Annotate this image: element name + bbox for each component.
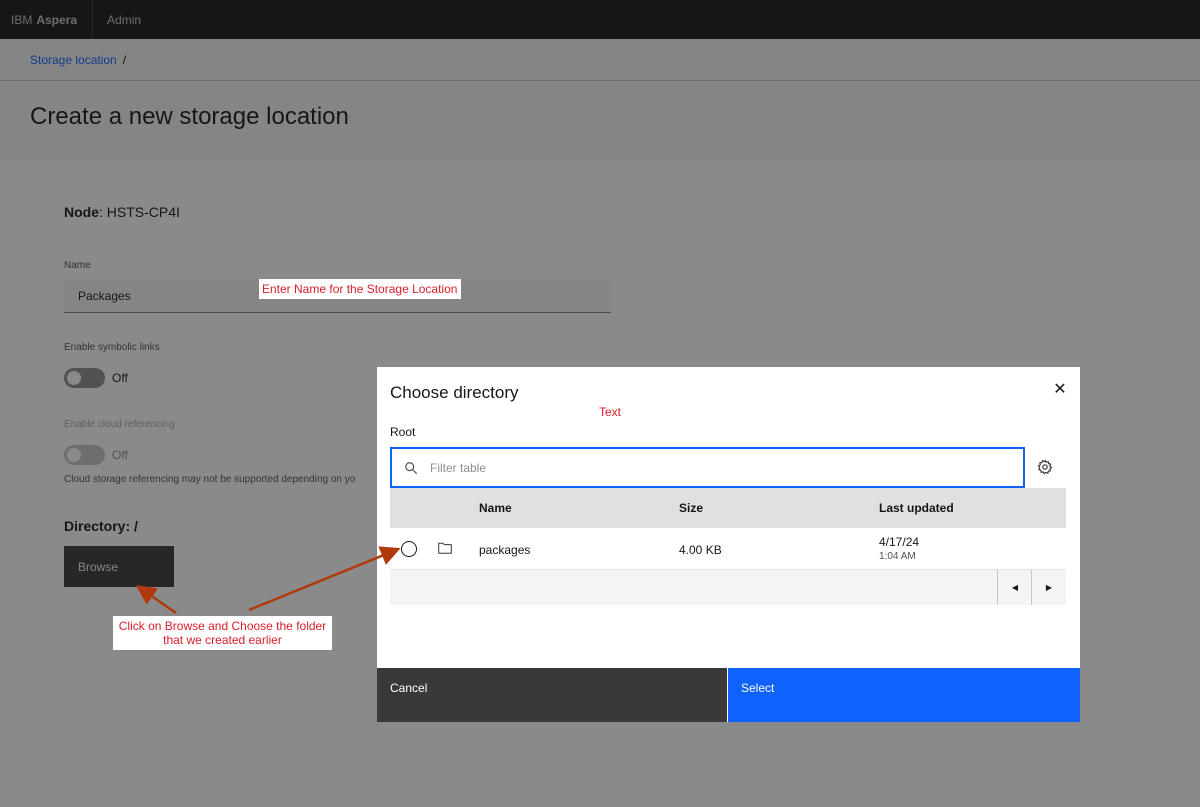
caret-right-icon[interactable]: ▶ — [1031, 570, 1066, 605]
row-time: 1:04 AM — [879, 551, 916, 562]
table-row[interactable]: packages 4.00 KB 4/17/24 1:04 AM — [390, 528, 1066, 570]
annotation-text-label: Text — [599, 405, 622, 419]
annotation-name-callout: Enter Name for the Storage Location — [259, 279, 461, 299]
modal-footer: Cancel Select — [377, 668, 1080, 722]
annotation-browse-callout: Click on Browse and Choose the folder th… — [113, 616, 332, 650]
column-header-name[interactable]: Name — [479, 501, 512, 515]
column-header-size[interactable]: Size — [679, 501, 703, 515]
caret-left-icon[interactable]: ◀ — [997, 570, 1032, 605]
select-button[interactable]: Select — [728, 668, 1080, 722]
row-date: 4/17/24 — [879, 535, 920, 549]
close-icon[interactable]: ✕ — [1051, 380, 1069, 398]
annotation-browse-line2: that we created earlier — [163, 633, 282, 647]
row-radio[interactable] — [401, 541, 417, 557]
search-icon — [405, 462, 418, 475]
settings-icon[interactable] — [1037, 459, 1053, 475]
row-name[interactable]: packages — [479, 543, 530, 557]
root-breadcrumb[interactable]: Root — [390, 425, 415, 439]
cancel-button[interactable]: Cancel — [377, 668, 727, 722]
row-size: 4.00 KB — [679, 543, 722, 557]
annotation-browse-line1: Click on Browse and Choose the folder — [118, 619, 327, 633]
pagination-bar: ◀ ▶ — [390, 570, 1066, 605]
column-header-last-updated[interactable]: Last updated — [879, 501, 954, 515]
choose-directory-modal: Choose directory ✕ Text Root Name Size L… — [377, 367, 1080, 722]
folder-icon — [438, 542, 452, 554]
filter-table-input[interactable] — [430, 449, 1010, 486]
modal-title: Choose directory — [390, 383, 519, 402]
table-header: Name Size Last updated — [390, 488, 1066, 528]
filter-search — [390, 447, 1025, 488]
